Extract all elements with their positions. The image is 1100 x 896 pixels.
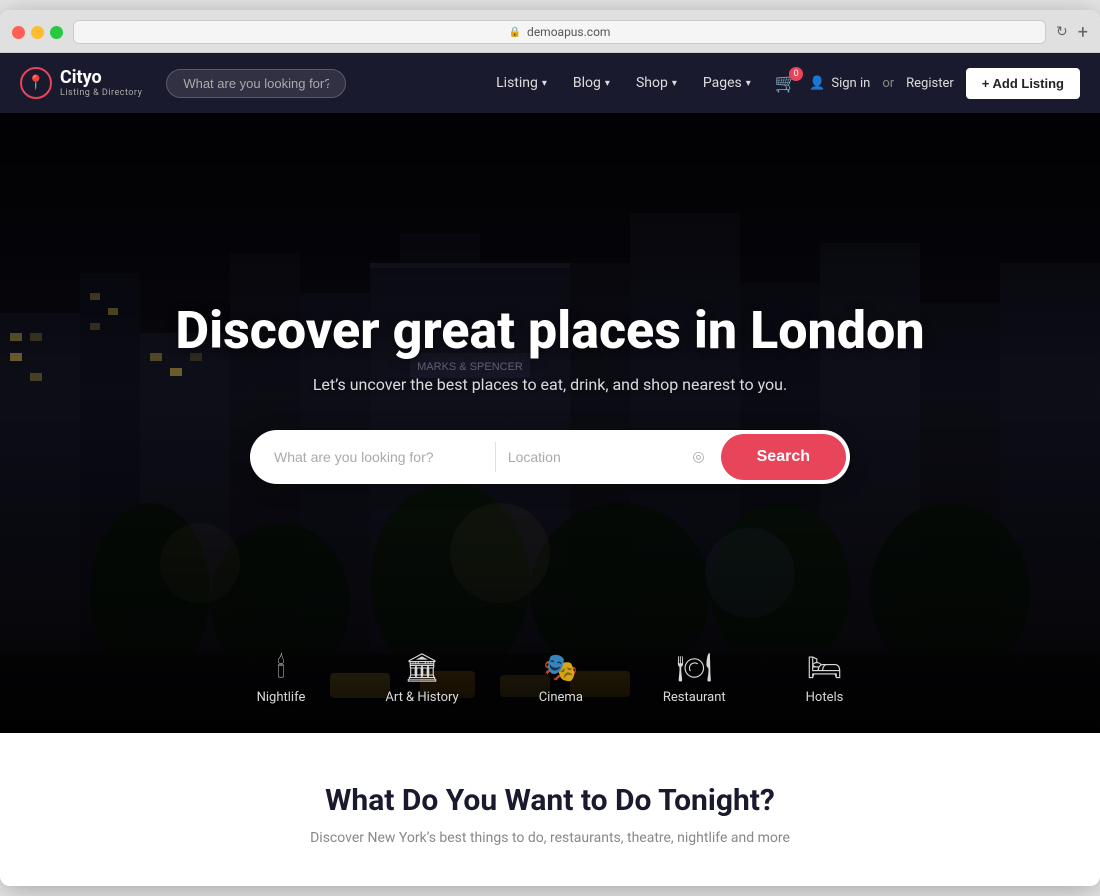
chevron-down-icon: ▾ [746, 78, 751, 89]
or-text: or [882, 76, 894, 91]
category-nightlife-label: Nightlife [257, 690, 306, 705]
restaurant-icon: 🍽 [677, 654, 713, 682]
new-tab-button[interactable]: + [1078, 22, 1088, 43]
chevron-down-icon: ▾ [672, 78, 677, 89]
bottom-subtitle: Discover New York’s best things to do, r… [20, 830, 1080, 846]
hotels-icon: 🛏 [807, 654, 843, 682]
hero-section: MARKS & SPENCER [0, 113, 1100, 733]
chevron-down-icon: ▾ [542, 78, 547, 89]
category-cinema-label: Cinema [539, 690, 583, 705]
close-button[interactable] [12, 26, 25, 39]
category-nightlife[interactable]: 🕯 Nightlife [257, 654, 306, 705]
category-restaurant[interactable]: 🍽 Restaurant [663, 654, 726, 705]
chevron-down-icon: ▾ [605, 78, 610, 89]
category-art-history-label: Art & History [385, 690, 458, 705]
add-listing-button[interactable]: + Add Listing [966, 68, 1080, 99]
cinema-icon: 🎭 [543, 654, 578, 682]
nav-link-blog[interactable]: Blog ▾ [561, 67, 622, 99]
traffic-lights [12, 26, 63, 39]
logo-icon: 📍 [20, 67, 52, 99]
nav-search-input[interactable] [166, 69, 346, 98]
signin-link[interactable]: 👤 Sign in [809, 76, 870, 91]
category-hotels-label: Hotels [806, 690, 844, 705]
nav-item-blog[interactable]: Blog ▾ [561, 67, 622, 99]
art-history-icon: 🏛 [404, 654, 440, 682]
refresh-button[interactable]: ↻ [1056, 24, 1068, 40]
categories-bar: 🕯 Nightlife 🏛 Art & History 🎭 Cinema 🍽 R… [0, 634, 1100, 733]
hero-subtitle: Let’s uncover the best places to eat, dr… [20, 375, 1080, 394]
category-hotels[interactable]: 🛏 Hotels [806, 654, 844, 705]
minimize-button[interactable] [31, 26, 44, 39]
nav-menu: Listing ▾ Blog ▾ Shop ▾ Pages ▾ [484, 67, 763, 99]
lock-icon: 🔒 [509, 27, 521, 38]
maximize-button[interactable] [50, 26, 63, 39]
nav-link-listing[interactable]: Listing ▾ [484, 67, 559, 99]
nav-item-listing[interactable]: Listing ▾ [484, 67, 559, 99]
nav-link-shop[interactable]: Shop ▾ [624, 67, 689, 99]
nav-actions: 🛒 0 👤 Sign in or Register + Add Listing [775, 68, 1080, 99]
logo-text: Cityo Listing & Directory [60, 68, 142, 98]
nav-item-pages[interactable]: Pages ▾ [691, 67, 763, 99]
category-art-history[interactable]: 🏛 Art & History [385, 654, 458, 705]
bottom-title: What Do You Want to Do Tonight? [20, 783, 1080, 818]
user-icon: 👤 [809, 76, 825, 91]
address-bar[interactable]: 🔒 demoapus.com [73, 20, 1046, 44]
category-cinema[interactable]: 🎭 Cinema [539, 654, 583, 705]
logo-name: Cityo [60, 68, 142, 88]
location-input-wrap: ◎ [496, 449, 717, 465]
search-what-input[interactable] [250, 433, 495, 481]
browser-chrome: 🔒 demoapus.com ↻ + [0, 10, 1100, 53]
url-text: demoapus.com [527, 25, 610, 39]
navbar: 📍 Cityo Listing & Directory Listing ▾ Bl… [0, 53, 1100, 113]
bottom-section: What Do You Want to Do Tonight? Discover… [0, 733, 1100, 886]
gps-icon: ◎ [692, 449, 704, 465]
cart-button[interactable]: 🛒 0 [775, 73, 797, 94]
logo-subtitle: Listing & Directory [60, 88, 142, 98]
search-button[interactable]: Search [721, 434, 846, 480]
register-link[interactable]: Register [906, 76, 954, 91]
nav-link-pages[interactable]: Pages ▾ [691, 67, 763, 99]
cart-badge: 0 [789, 67, 803, 81]
browser-window: 🔒 demoapus.com ↻ + 📍 Cityo Listing & Dir… [0, 10, 1100, 886]
nightlife-icon: 🕯 [277, 654, 285, 682]
hero-title: Discover great places in London [20, 302, 1080, 359]
nav-item-shop[interactable]: Shop ▾ [624, 67, 689, 99]
search-bar: ◎ Search [250, 430, 850, 484]
hero-content: Discover great places in London Let’s un… [0, 302, 1100, 484]
category-restaurant-label: Restaurant [663, 690, 726, 705]
search-location-input[interactable] [508, 449, 689, 465]
logo[interactable]: 📍 Cityo Listing & Directory [20, 67, 142, 99]
